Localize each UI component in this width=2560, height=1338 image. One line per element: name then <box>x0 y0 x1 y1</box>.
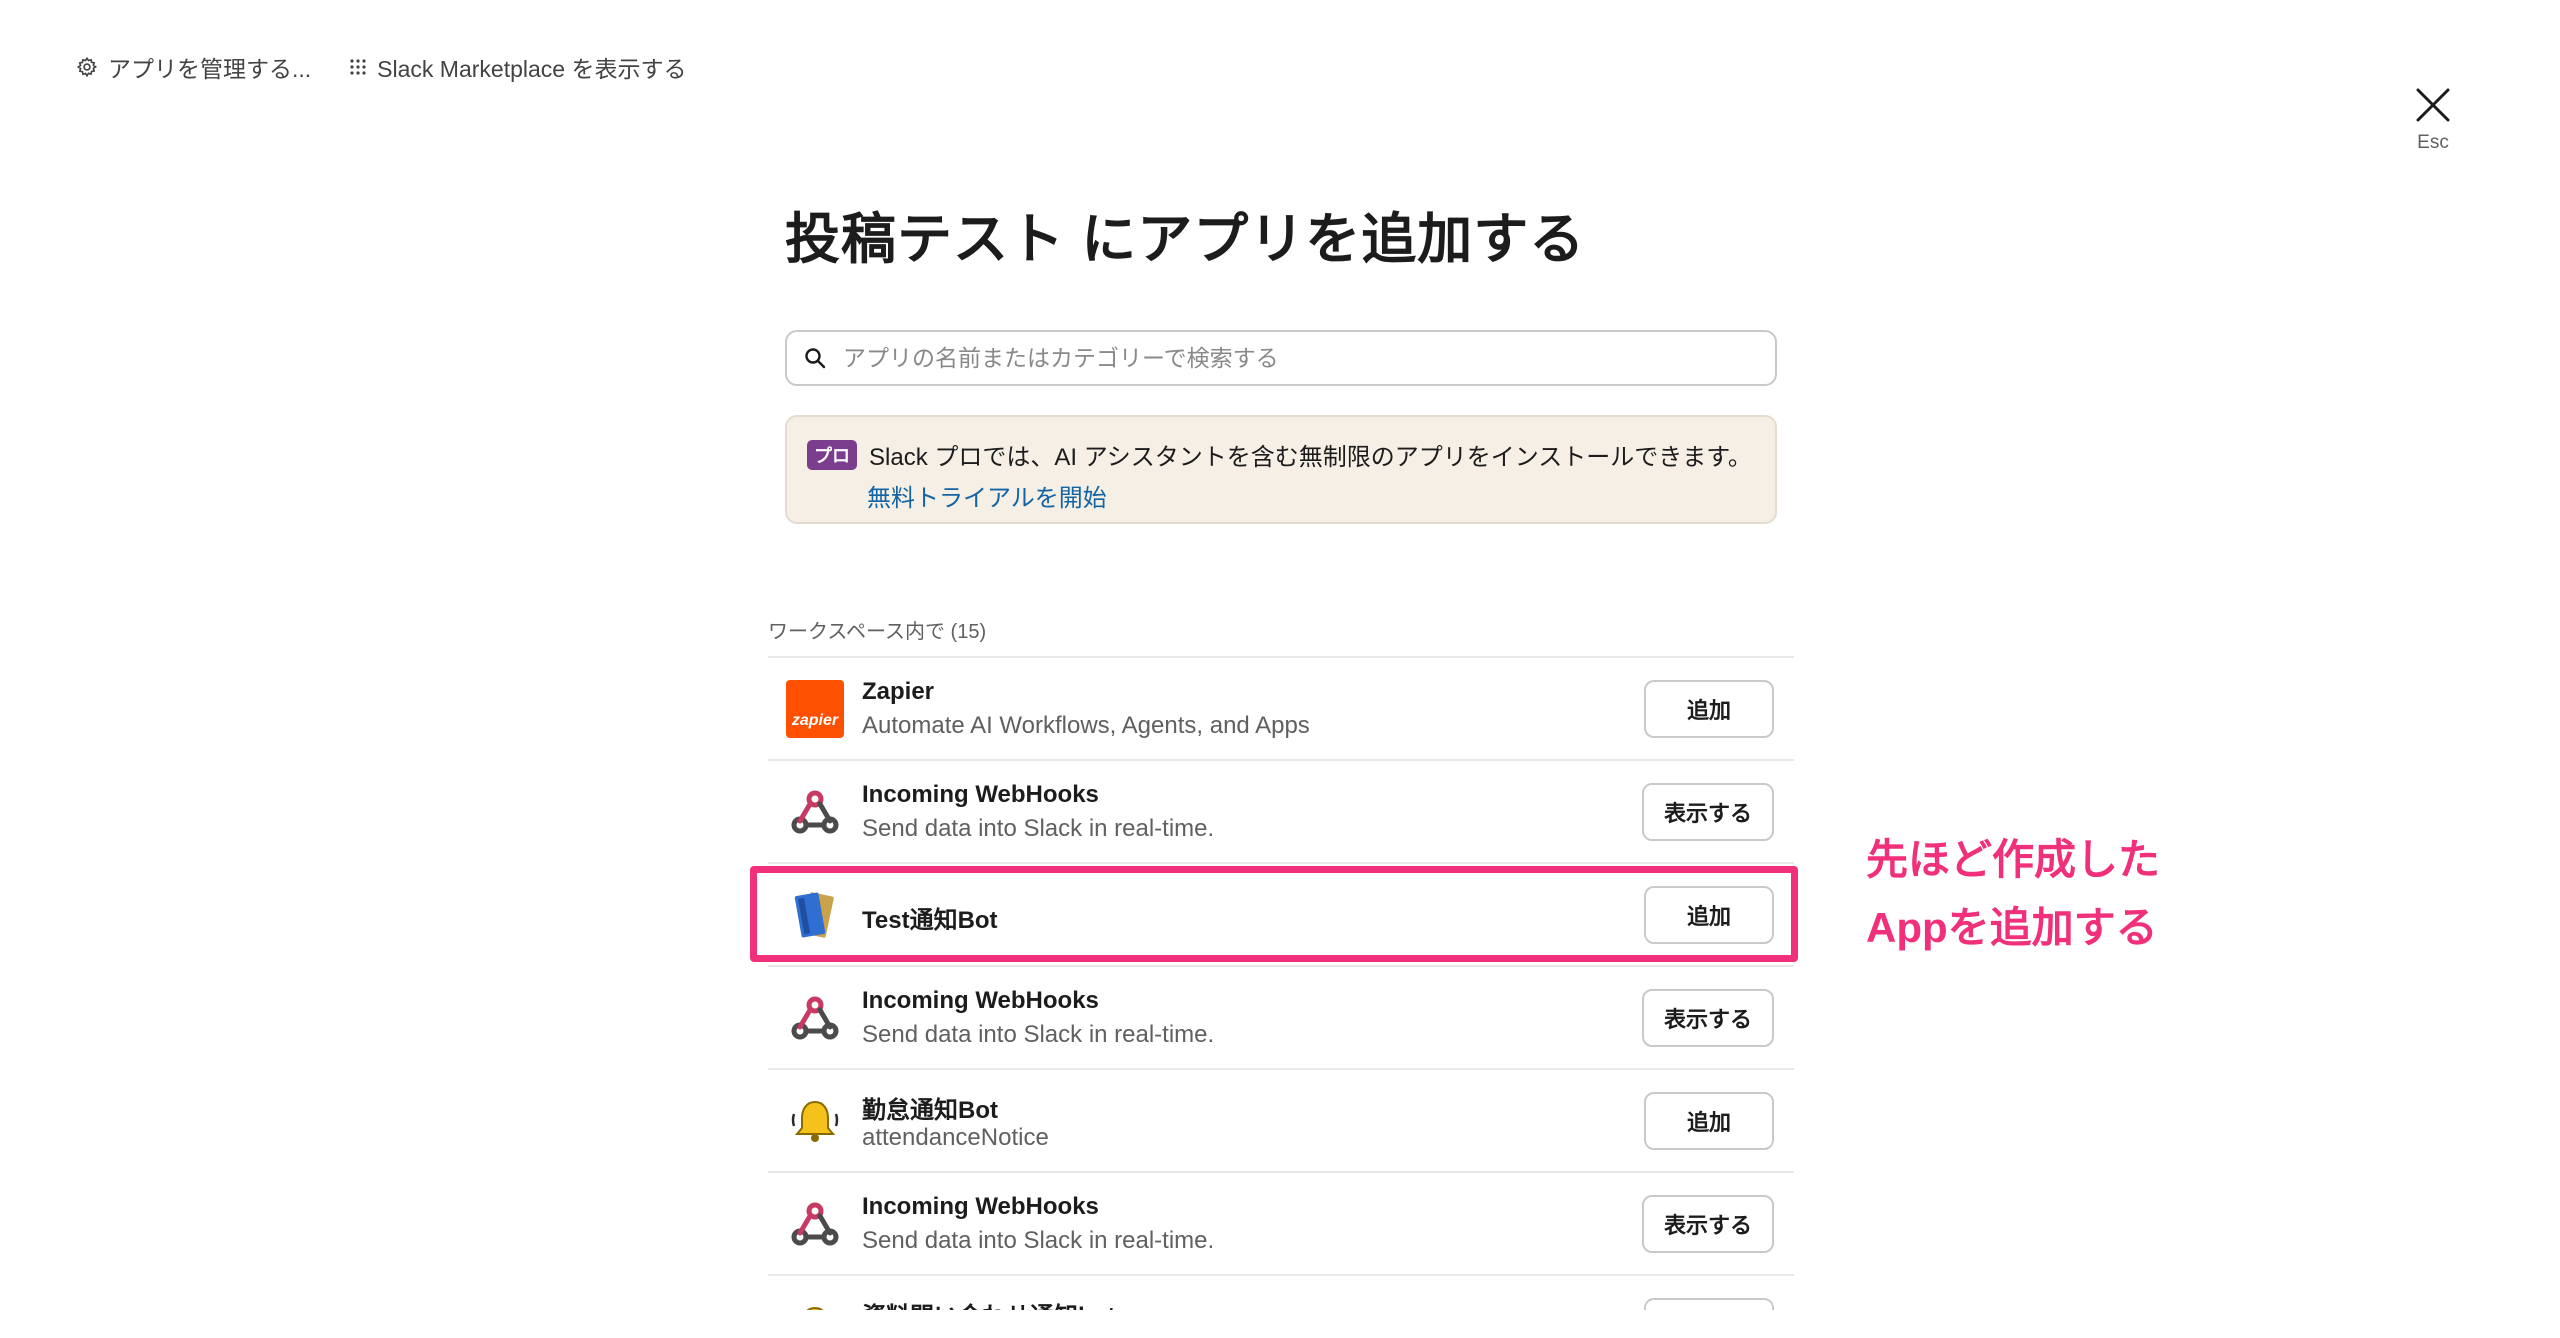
app-row-attendance-bot[interactable]: 勤怠通知Bot attendanceNotice 追加 <box>768 1068 1794 1171</box>
webhook-icon <box>791 790 839 834</box>
webhook-icon <box>791 996 839 1040</box>
app-name: Incoming WebHooks <box>862 987 1099 1014</box>
esc-label: Esc <box>2417 132 2449 153</box>
add-button[interactable]: 追加 <box>1644 886 1774 944</box>
app-row-incoming-webhooks[interactable]: Incoming WebHooks Send data into Slack i… <box>768 759 1794 862</box>
app-name: 勤怠通知Bot <box>862 1097 998 1124</box>
app-list: zapier Zapier Automate AI Workflows, Age… <box>768 656 1794 1310</box>
app-name: Test通知Bot <box>862 907 998 934</box>
add-button[interactable]: 追加 <box>1644 1092 1774 1150</box>
app-description: attendanceNotice <box>862 1124 1049 1151</box>
search-icon <box>805 348 826 369</box>
zapier-icon: zapier <box>786 680 844 738</box>
app-description: Send data into Slack in real-time. <box>862 1227 1215 1254</box>
app-row-inquiry-bot[interactable]: 資料問い合わせ通知bot 追加 <box>768 1274 1794 1310</box>
gear-icon <box>76 56 98 78</box>
add-apps-panel: 投稿テスト にアプリを追加する プロ Slack プロでは、AI アシスタントを… <box>785 206 1777 524</box>
promo-text: Slack プロでは、AI アシスタントを含む無制限のアプリをインストールできま… <box>869 444 1752 471</box>
app-name: Incoming WebHooks <box>862 781 1099 808</box>
search-input[interactable] <box>841 343 1775 373</box>
annotation-line-2: Appを追加する <box>1866 904 2158 951</box>
app-row-incoming-webhooks[interactable]: Incoming WebHooks Send data into Slack i… <box>768 1171 1794 1274</box>
top-toolbar: アプリを管理する... Slack Marketplace を表示する <box>76 50 686 84</box>
app-description: Automate AI Workflows, Agents, and Apps <box>862 712 1310 739</box>
manage-apps-label: アプリを管理する... <box>108 56 312 82</box>
free-trial-link[interactable]: 無料トライアルを開始 <box>867 478 1107 513</box>
annotation-line-1: 先ほど作成した <box>1866 836 2161 883</box>
app-name: Zapier <box>862 678 935 705</box>
app-row-test-bot[interactable]: Test通知Bot 追加 <box>768 862 1794 965</box>
app-row-incoming-webhooks[interactable]: Incoming WebHooks Send data into Slack i… <box>768 965 1794 1068</box>
marketplace-link[interactable]: Slack Marketplace を表示する <box>349 50 686 84</box>
webhook-icon <box>791 1202 839 1246</box>
app-description: Send data into Slack in real-time. <box>862 1021 1215 1048</box>
bell-icon <box>791 1100 839 1142</box>
view-button[interactable]: 表示する <box>1641 989 1774 1047</box>
pro-badge: プロ <box>807 439 857 470</box>
app-description: Send data into Slack in real-time. <box>862 815 1215 842</box>
pro-promo-banner: プロ Slack プロでは、AI アシスタントを含む無制限のアプリをインストール… <box>785 415 1777 524</box>
marketplace-label: Slack Marketplace を表示する <box>377 56 687 82</box>
close-button[interactable]: Esc <box>2400 86 2466 154</box>
grid-icon <box>350 59 366 75</box>
add-button[interactable]: 追加 <box>1644 1298 1774 1310</box>
view-button[interactable]: 表示する <box>1641 1195 1774 1253</box>
page-title: 投稿テスト にアプリを追加する <box>785 208 1586 270</box>
annotation-callout: 先ほど作成した Appを追加する <box>1866 826 2160 962</box>
app-name: Incoming WebHooks <box>862 1193 1099 1220</box>
manage-apps-link[interactable]: アプリを管理する... <box>76 50 311 84</box>
app-name: 資料問い合わせ通知bot <box>862 1296 1115 1310</box>
bell-icon <box>806 1306 824 1310</box>
add-button[interactable]: 追加 <box>1644 680 1774 738</box>
app-row-zapier[interactable]: zapier Zapier Automate AI Workflows, Age… <box>768 656 1794 759</box>
notebook-icon <box>794 892 834 938</box>
close-icon <box>2416 88 2450 122</box>
view-button[interactable]: 表示する <box>1641 783 1774 841</box>
zapier-icon-text: zapier <box>791 712 839 729</box>
section-label: ワークスペース内で (15) <box>768 621 987 643</box>
search-box[interactable] <box>785 330 1777 386</box>
